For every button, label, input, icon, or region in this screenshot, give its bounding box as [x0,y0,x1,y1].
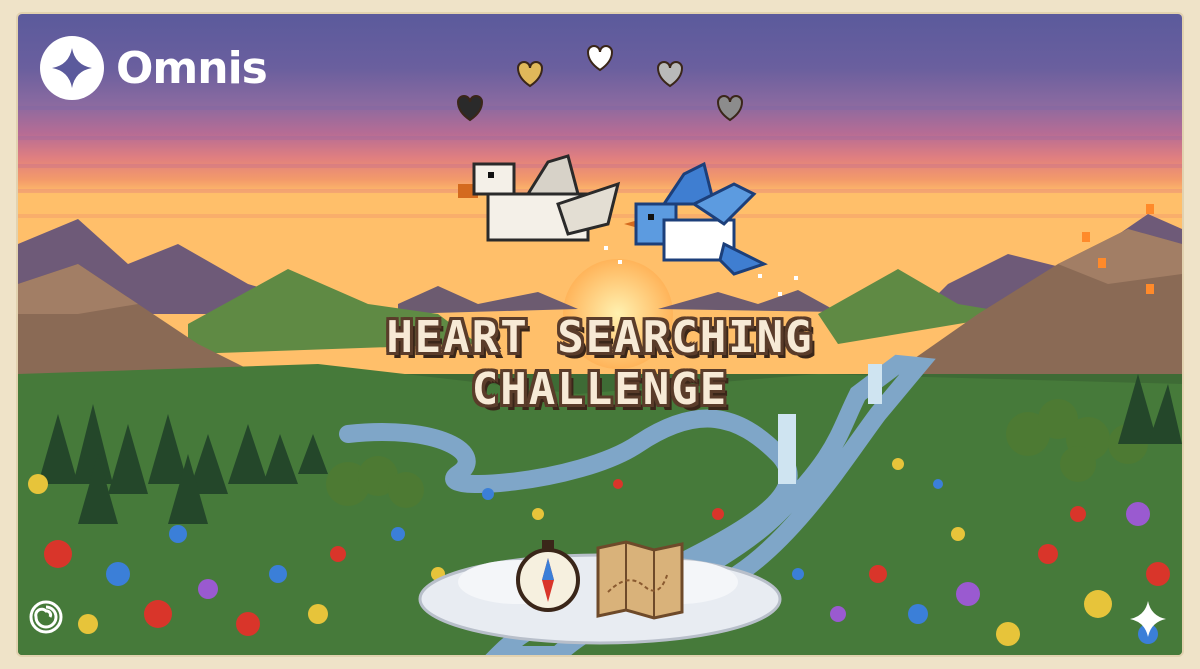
treasure-map-icon[interactable] [596,540,684,620]
brand-name: Omnis [116,42,268,94]
brand-logo[interactable]: Omnis [40,36,268,100]
compass-icon[interactable] [516,540,580,612]
game-title-line2: CHALLENGE [471,364,729,415]
game-title-line1: HEART SEARCHING [386,312,814,363]
four-point-star-icon [40,36,104,100]
swirl-icon [29,600,63,634]
game-scene: Omnis HEART SEARCHING CHALLENGE [18,14,1182,655]
sparkle-icon [1130,601,1166,637]
